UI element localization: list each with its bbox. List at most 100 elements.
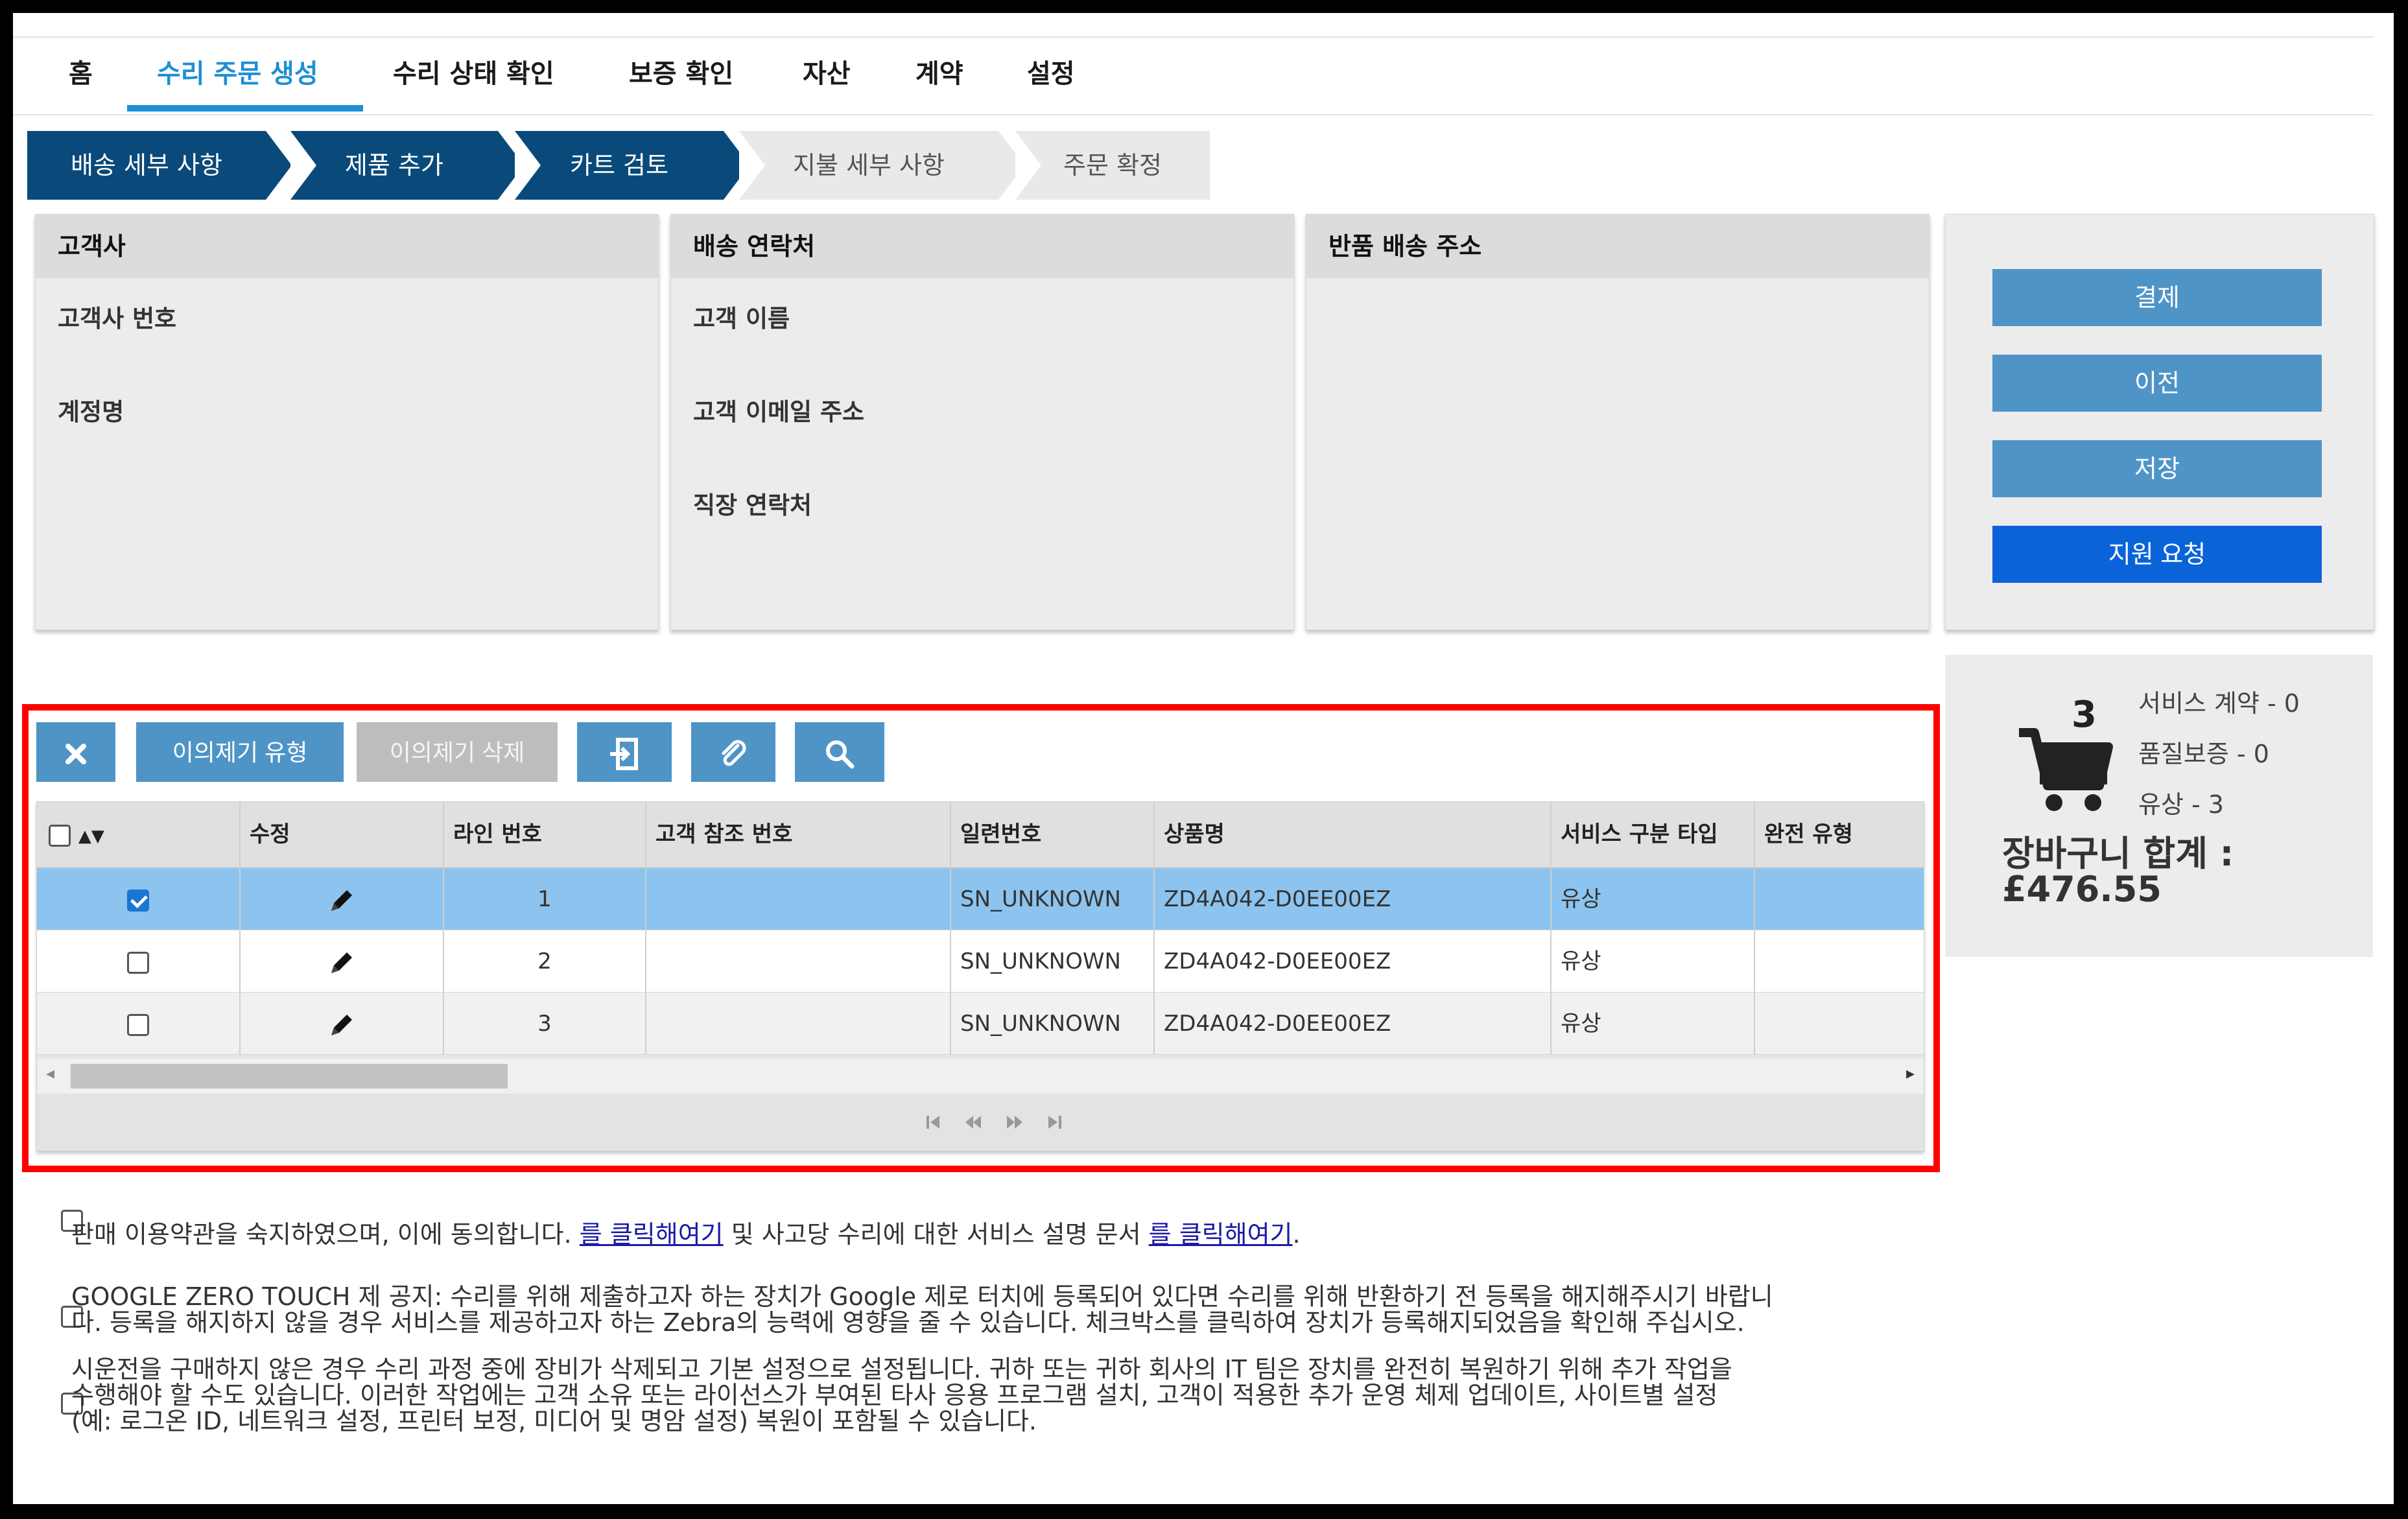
- col-service-type[interactable]: 서비스 구분 타입: [1552, 802, 1755, 867]
- actions-panel: 결제 이전 저장 지원 요청: [1945, 214, 2374, 630]
- nav-assets[interactable]: 자산: [803, 51, 851, 97]
- terms-label: 판매 이용약관을 숙지하였으며, 이에 동의합니다.: [71, 1220, 572, 1249]
- service-doc-link[interactable]: 를 클릭해여기: [1149, 1220, 1293, 1249]
- zero-touch-line-2: 다. 등록을 해지하지 않을 경우 서비스를 제공하고자 하는 Zebra의 능…: [71, 1308, 1745, 1337]
- row-select-cell[interactable]: [37, 930, 241, 993]
- warranty-count: 품질보증 - 0: [2138, 740, 2269, 768]
- select-all-header[interactable]: ▲▼: [37, 802, 241, 867]
- pencil-icon[interactable]: [326, 947, 357, 978]
- service-type-cell: 유상: [1552, 930, 1755, 993]
- step-payment-details: 지불 세부 사항: [739, 131, 1024, 200]
- step-cart-review[interactable]: 카트 검토: [515, 131, 750, 200]
- work-contact-label: 직장 연락처: [693, 491, 812, 519]
- row-checkbox[interactable]: [127, 951, 149, 974]
- nav-settings[interactable]: 설정: [1027, 51, 1075, 97]
- row-checkbox[interactable]: [127, 889, 149, 912]
- complete-type-cell: [1755, 993, 1924, 1055]
- step-label: 주문 확정: [1063, 151, 1162, 180]
- sort-icon[interactable]: ▲▼: [78, 827, 104, 846]
- nav-contracts[interactable]: 계약: [915, 51, 963, 97]
- line-number-cell: 1: [444, 868, 646, 930]
- search-button[interactable]: [795, 722, 884, 782]
- reset-notice-line-2: 수행해야 할 수도 있습니다. 이러한 작업에는 고객 소유 또는 라이선스가 …: [71, 1381, 1718, 1409]
- search-icon: [826, 740, 855, 769]
- serial-cell: SN_UNKNOWN: [951, 930, 1155, 993]
- top-nav: 홈 수리 주문 생성 수리 상태 확인 보증 확인 자산 계약 설정: [13, 36, 2373, 115]
- remove-button[interactable]: [36, 722, 115, 782]
- next-page-icon[interactable]: [1007, 1116, 1022, 1129]
- pencil-icon[interactable]: [326, 885, 357, 916]
- nav-warranty-check[interactable]: 보증 확인: [629, 51, 733, 97]
- table-row[interactable]: 2 SN_UNKNOWN ZD4A042-D0EE00EZ 유상: [37, 930, 1924, 993]
- col-serial[interactable]: 일련번호: [951, 802, 1155, 867]
- service-doc-label: 및 사고당 수리에 대한 서비스 설명 문서: [731, 1220, 1141, 1249]
- first-page-icon[interactable]: [927, 1116, 939, 1129]
- attach-button[interactable]: [691, 722, 775, 782]
- paperclip-icon: [722, 740, 746, 766]
- scroll-right-icon[interactable]: ▸: [1906, 1064, 1915, 1083]
- serial-cell: SN_UNKNOWN: [951, 993, 1155, 1055]
- pager: [37, 1094, 1924, 1151]
- col-complete-type[interactable]: 완전 유형: [1755, 802, 1924, 867]
- panel-title: 배송 연락처: [671, 215, 1293, 278]
- edit-cell[interactable]: [241, 930, 444, 993]
- scrollbar-thumb[interactable]: [71, 1064, 508, 1089]
- cart-summary: 3 서비스 계약 - 0 품질보증 - 0 유상 - 3 장바구니 합계 : £…: [1945, 655, 2373, 957]
- zero-touch-notice: GOOGLE ZERO TOUCH 제 공지: 수리를 위해 제출하고자 하는 …: [71, 1284, 1773, 1336]
- request-support-button[interactable]: 지원 요청: [1992, 526, 2322, 583]
- panel-title: 반품 배송 주소: [1306, 215, 1929, 278]
- zero-touch-line-1: GOOGLE ZERO TOUCH 제 공지: 수리를 위해 제출하고자 하는 …: [71, 1282, 1773, 1311]
- col-customer-ref[interactable]: 고객 참조 번호: [646, 802, 951, 867]
- terms-link[interactable]: 를 클릭해여기: [580, 1220, 724, 1249]
- step-shipping-details[interactable]: 배송 세부 사항: [27, 131, 292, 200]
- reset-notice-line-3: (예: 로그온 ID, 네트워크 설정, 프린터 보정, 미디어 및 명암 설정…: [71, 1407, 1037, 1435]
- nav-home[interactable]: 홈: [69, 51, 93, 97]
- objection-delete-button[interactable]: 이의제기 삭제: [357, 722, 558, 782]
- horizontal-scrollbar[interactable]: ◂ ▸: [37, 1059, 1924, 1094]
- row-checkbox[interactable]: [127, 1013, 149, 1036]
- step-add-products[interactable]: 제품 추가: [290, 131, 524, 200]
- close-icon: [65, 744, 86, 765]
- step-label: 제품 추가: [345, 151, 443, 180]
- grid-header: ▲▼ 수정 라인 번호 고객 참조 번호 일련번호 상품명 서비스 구분 타입 …: [37, 802, 1924, 868]
- customer-ref-cell: [646, 993, 951, 1055]
- objection-type-button[interactable]: 이의제기 유형: [136, 722, 344, 782]
- active-tab-indicator: [127, 105, 363, 112]
- cart-total-value: £476.55: [2002, 869, 2162, 910]
- service-type-cell: 유상: [1552, 868, 1755, 930]
- prev-page-icon[interactable]: [965, 1116, 981, 1129]
- checkout-button[interactable]: 결제: [1992, 269, 2322, 326]
- pencil-icon[interactable]: [326, 1009, 357, 1041]
- line-number-cell: 3: [444, 993, 646, 1055]
- import-button[interactable]: [577, 722, 672, 782]
- previous-button[interactable]: 이전: [1992, 355, 2322, 412]
- table-row[interactable]: 3 SN_UNKNOWN ZD4A042-D0EE00EZ 유상: [37, 993, 1924, 1055]
- scroll-left-icon[interactable]: ◂: [46, 1064, 54, 1083]
- line-number-cell: 2: [444, 930, 646, 993]
- shipping-contact-panel: 배송 연락처 고객 이름 고객 이메일 주소 직장 연락처: [670, 214, 1294, 630]
- last-page-icon[interactable]: [1048, 1116, 1061, 1129]
- cart-breakdown: 서비스 계약 - 0 품질보증 - 0 유상 - 3: [2138, 678, 2300, 830]
- col-edit[interactable]: 수정: [241, 802, 444, 867]
- table-row[interactable]: 1 SN_UNKNOWN ZD4A042-D0EE00EZ 유상: [37, 868, 1924, 930]
- save-button[interactable]: 저장: [1992, 440, 2322, 497]
- pager-controls: [927, 1116, 1061, 1129]
- edit-cell[interactable]: [241, 868, 444, 930]
- account-name-label: 계정명: [58, 398, 124, 426]
- step-label: 카트 검토: [570, 151, 668, 180]
- terms-text: 판매 이용약관을 숙지하였으며, 이에 동의합니다. 를 클릭해여기 및 사고당…: [71, 1221, 1301, 1247]
- nav-repair-status[interactable]: 수리 상태 확인: [393, 51, 554, 97]
- row-select-cell[interactable]: [37, 868, 241, 930]
- customer-email-label: 고객 이메일 주소: [693, 398, 865, 426]
- line-items-grid: ▲▼ 수정 라인 번호 고객 참조 번호 일련번호 상품명 서비스 구분 타입 …: [36, 801, 1924, 1151]
- edit-cell[interactable]: [241, 993, 444, 1055]
- shopping-cart-icon: [2019, 728, 2113, 811]
- nav-create-repair-order[interactable]: 수리 주문 생성: [157, 51, 318, 97]
- row-select-cell[interactable]: [37, 993, 241, 1055]
- reset-notice-line-1: 시운전을 구매하지 않은 경우 수리 과정 중에 장비가 삭제되고 기본 설정으…: [71, 1355, 1732, 1384]
- service-contract-count: 서비스 계약 - 0: [2138, 689, 2300, 718]
- col-line-number[interactable]: 라인 번호: [444, 802, 646, 867]
- select-all-checkbox[interactable]: [49, 824, 71, 847]
- serial-cell: SN_UNKNOWN: [951, 868, 1155, 930]
- col-product[interactable]: 상품명: [1155, 802, 1552, 867]
